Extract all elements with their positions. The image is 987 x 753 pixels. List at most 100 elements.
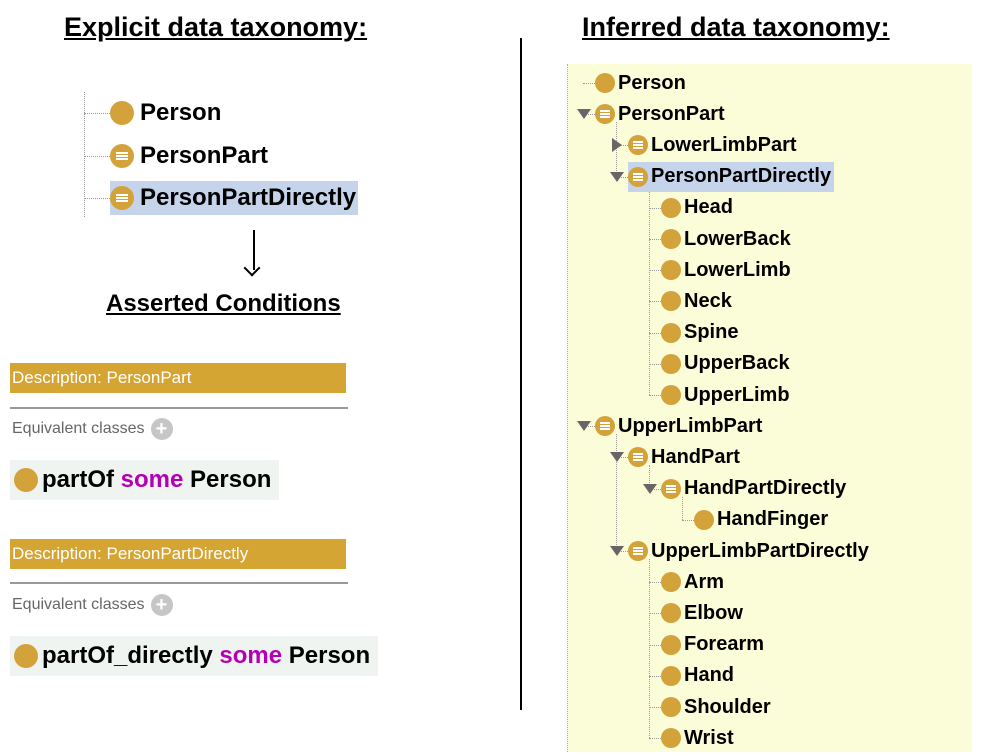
explicit-tree-item-personpartdirectly[interactable]: PersonPartDirectly <box>110 181 359 215</box>
inferred-tree-item-forearm[interactable]: Forearm <box>661 630 767 660</box>
inferred-tree-item-upperlimbpart[interactable]: UpperLimbPart <box>595 411 765 441</box>
inferred-tree-item-arm[interactable]: Arm <box>661 567 727 597</box>
class-icon <box>661 603 681 624</box>
tree-item-label: UpperBack <box>684 352 790 375</box>
class-icon <box>661 697 681 717</box>
equivalent-classes-section: Equivalent classes + <box>12 418 173 440</box>
class-icon <box>661 197 681 218</box>
equivalent-classes-section: Equivalent classes + <box>12 594 173 616</box>
inferred-tree-item-wrist[interactable]: Wrist <box>661 723 737 753</box>
class-icon <box>661 665 681 686</box>
class-icon <box>110 101 134 125</box>
description-header: Description: PersonPartDirectly <box>10 539 346 569</box>
divider-line <box>520 38 522 710</box>
inferred-tree-item-head[interactable]: Head <box>661 193 736 223</box>
tree-item-label: UpperLimb <box>684 383 790 406</box>
class-icon <box>661 728 681 749</box>
class-icon <box>661 322 681 343</box>
add-icon[interactable]: + <box>150 594 173 616</box>
inferred-tree-item-lowerlimbpart[interactable]: LowerLimbPart <box>628 130 800 160</box>
inferred-tree-item-lowerlimb[interactable]: LowerLimb <box>661 255 794 285</box>
class-icon <box>694 509 714 530</box>
arrow-head-icon <box>243 259 261 277</box>
defined-class-icon <box>661 478 681 499</box>
inferred-tree-item-handpartdirectly[interactable]: HandPartDirectly <box>661 474 849 504</box>
inferred-tree-item-elbow[interactable]: Elbow <box>661 598 746 628</box>
tree-item-label: LowerBack <box>684 227 791 250</box>
tree-item-label: HandPartDirectly <box>684 477 847 500</box>
tree-item-label: Wrist <box>684 726 734 749</box>
tree-item-label: UpperLimbPart <box>618 414 763 437</box>
description-header: Description: PersonPart <box>10 363 346 393</box>
keyword: some <box>219 642 283 669</box>
inferred-taxonomy-heading: Inferred data taxonomy: <box>582 12 890 42</box>
expand-toggle-icon[interactable] <box>610 452 624 463</box>
defined-class-icon <box>110 144 134 168</box>
expand-toggle-icon[interactable] <box>577 421 591 432</box>
class-icon <box>14 468 38 492</box>
inferred-tree-item-shoulder[interactable]: Shoulder <box>661 692 774 722</box>
inferred-tree-item-spine[interactable]: Spine <box>661 318 741 348</box>
class-icon <box>661 385 681 405</box>
property-name: partOf_directly <box>42 642 213 669</box>
class-icon <box>661 229 681 249</box>
tree-item-label: Elbow <box>684 601 743 624</box>
expand-toggle-icon[interactable] <box>577 109 591 120</box>
tree-item-label: Person <box>618 71 686 94</box>
inferred-tree-item-handpart[interactable]: HandPart <box>628 442 743 472</box>
tree-item-label: PersonPartDirectly <box>651 165 832 188</box>
expand-toggle-icon[interactable] <box>610 171 624 182</box>
class-icon <box>661 291 681 312</box>
inferred-tree-item-personpartdirectly[interactable]: PersonPartDirectly <box>628 161 835 192</box>
tree-item-label: Hand <box>684 664 734 687</box>
class-icon <box>595 73 615 93</box>
class-icon <box>661 260 681 281</box>
explicit-taxonomy-heading: Explicit data taxonomy: <box>64 12 368 42</box>
asserted-conditions-heading: Asserted Conditions <box>106 290 341 317</box>
filler-class: Person <box>288 642 371 669</box>
add-icon[interactable]: + <box>150 418 173 440</box>
separator <box>10 407 348 409</box>
defined-class-icon <box>595 104 615 125</box>
inferred-tree-item-handfinger[interactable]: HandFinger <box>694 505 831 535</box>
expand-toggle-icon[interactable] <box>643 483 657 494</box>
inferred-tree-item-lowerback[interactable]: LowerBack <box>661 224 794 254</box>
inferred-tree-item-hand[interactable]: Hand <box>661 661 737 691</box>
keyword: some <box>120 466 184 493</box>
tree-item-label: Person <box>140 99 222 126</box>
tree-item-label: PersonPart <box>618 102 725 125</box>
inferred-tree-item-personpart[interactable]: PersonPart <box>595 99 728 129</box>
inferred-class-tree: Person PersonPart LowerLimbPart PersonPartD… <box>567 64 972 752</box>
section-label: Equivalent classes <box>12 596 145 613</box>
expand-toggle-icon[interactable] <box>610 546 624 556</box>
section-label: Equivalent classes <box>12 420 145 437</box>
class-icon <box>661 353 681 374</box>
explicit-tree-item-person[interactable]: Person <box>110 96 223 130</box>
collapse-toggle-icon[interactable] <box>612 138 622 153</box>
class-icon <box>661 572 681 593</box>
tree-item-label: HandPart <box>651 445 740 468</box>
tree-item-label: Shoulder <box>684 695 771 718</box>
explicit-tree-item-personpart[interactable]: PersonPart <box>110 139 270 173</box>
inferred-tree-item-upperlimbpartdirectly[interactable]: UpperLimbPartDirectly <box>628 536 872 566</box>
tree-item-label: Neck <box>684 289 732 312</box>
defined-class-icon <box>628 135 648 156</box>
inferred-tree-item-neck[interactable]: Neck <box>661 286 735 316</box>
tree-item-label: Arm <box>684 570 725 593</box>
defined-class-icon <box>628 541 648 561</box>
class-expression[interactable]: partOf_directly some Person <box>10 636 379 676</box>
tree-item-label: PersonPartDirectly <box>140 184 357 211</box>
tree-item-label: Head <box>684 196 733 219</box>
inferred-tree-item-upperback[interactable]: UpperBack <box>661 349 793 379</box>
separator <box>10 582 348 584</box>
tree-item-label: UpperLimbPartDirectly <box>651 539 869 562</box>
class-icon <box>661 634 681 655</box>
defined-class-icon <box>595 416 615 437</box>
class-expression[interactable]: partOf some Person <box>10 460 280 500</box>
tree-item-label: HandFinger <box>717 508 829 531</box>
filler-class: Person <box>190 466 272 493</box>
property-name: partOf <box>42 466 114 493</box>
inferred-tree-item-upperlimb[interactable]: UpperLimb <box>661 380 793 410</box>
defined-class-icon <box>628 447 648 468</box>
inferred-tree-item-person[interactable]: Person <box>595 68 689 98</box>
